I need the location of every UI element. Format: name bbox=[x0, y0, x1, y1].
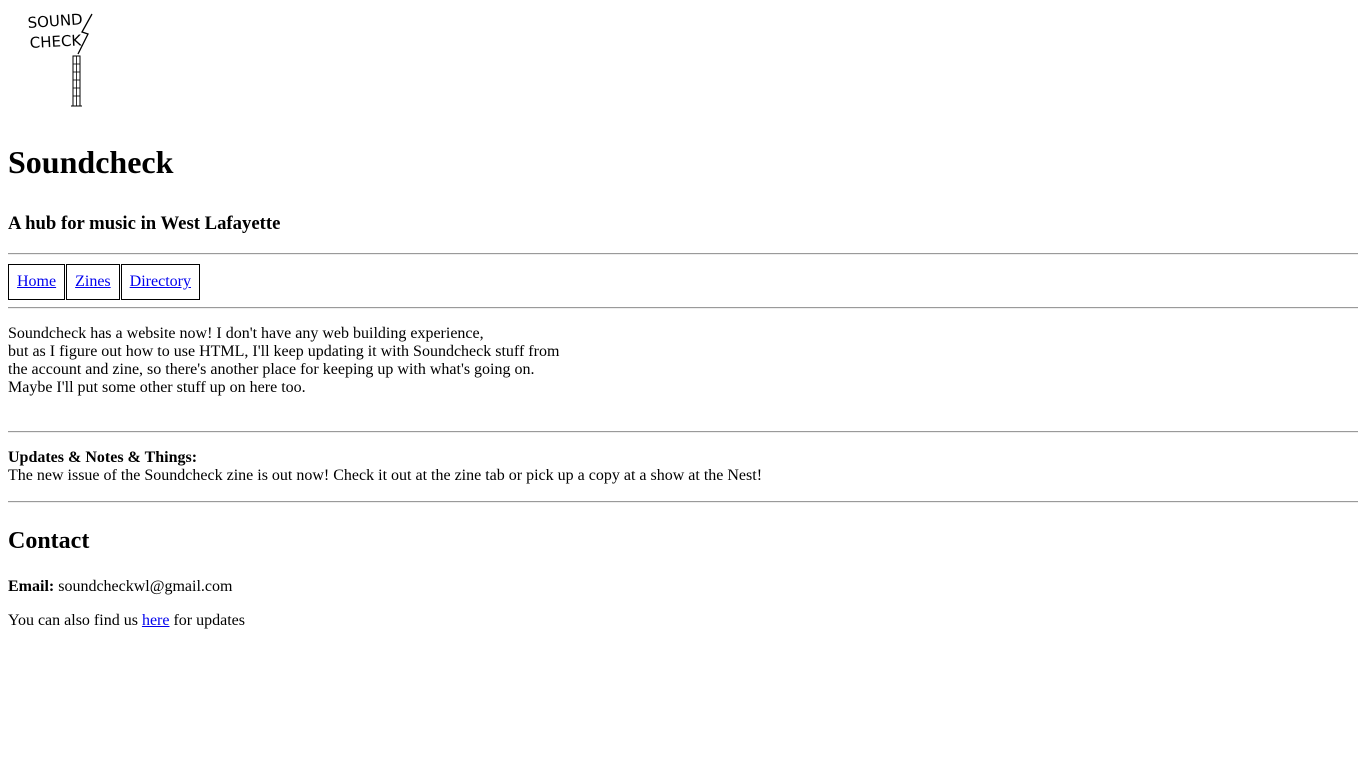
nav-cell-home: Home bbox=[8, 264, 66, 300]
divider bbox=[8, 307, 1358, 309]
divider bbox=[8, 501, 1358, 503]
nav-cell-directory: Directory bbox=[120, 264, 200, 300]
find-prefix: You can also find us bbox=[8, 612, 138, 629]
nav-link-directory[interactable]: Directory bbox=[130, 273, 191, 291]
nav-link-home[interactable]: Home bbox=[17, 273, 56, 291]
find-suffix: for updates bbox=[173, 612, 245, 629]
divider bbox=[8, 253, 1358, 255]
nav-link-zines[interactable]: Zines bbox=[75, 273, 111, 291]
contact-heading: Contact bbox=[8, 528, 90, 554]
email-value: soundcheckwl@gmail.com bbox=[58, 578, 233, 595]
intro-line: Soundcheck has a website now! I don't ha… bbox=[8, 325, 484, 342]
divider bbox=[8, 431, 1358, 433]
updates-text: The new issue of the Soundcheck zine is … bbox=[8, 467, 763, 484]
intro-line: Maybe I'll put some other stuff up on he… bbox=[8, 379, 306, 396]
contact-email: Email: soundcheckwl@gmail.com bbox=[8, 578, 232, 596]
updates-section: Updates & Notes & Things: The new issue … bbox=[8, 449, 762, 485]
find-us-link[interactable]: here bbox=[142, 612, 170, 629]
nav-bar: Home Zines Directory bbox=[8, 264, 201, 300]
contact-find-us: You can also find us here for updates bbox=[8, 612, 245, 630]
logo-word-sound: SOUND bbox=[27, 10, 83, 32]
soundcheck-logo: SOUND CHECK bbox=[27, 10, 93, 107]
nav-cell-zines: Zines bbox=[66, 264, 120, 300]
intro-line: the account and zine, so there's another… bbox=[8, 361, 535, 378]
intro-text: Soundcheck has a website now! I don't ha… bbox=[8, 325, 559, 397]
intro-line: but as I figure out how to use HTML, I'l… bbox=[8, 343, 560, 360]
email-label: Email: bbox=[8, 578, 55, 595]
logo-word-check: CHECK bbox=[29, 31, 83, 52]
page-subtitle: A hub for music in West Lafayette bbox=[8, 213, 281, 234]
updates-heading: Updates & Notes & Things: bbox=[8, 449, 198, 466]
page-title: Soundcheck bbox=[8, 144, 174, 180]
